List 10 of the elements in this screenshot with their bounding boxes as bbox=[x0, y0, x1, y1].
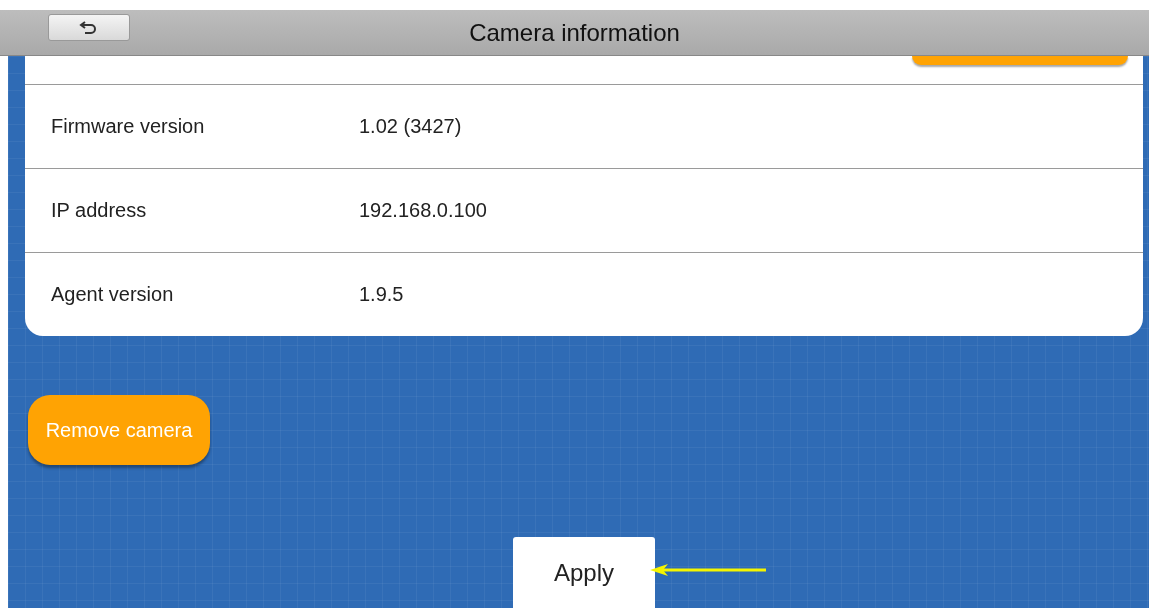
back-button[interactable] bbox=[48, 14, 130, 41]
screen-title: Camera information bbox=[469, 18, 680, 47]
apply-button[interactable]: Apply bbox=[513, 537, 655, 608]
info-value: 192.168.0.100 bbox=[359, 199, 487, 222]
info-label: Agent version bbox=[51, 283, 175, 306]
info-label: IP address bbox=[51, 199, 148, 222]
info-value: 1.9.5 bbox=[359, 283, 404, 306]
info-label: Firmware version bbox=[51, 115, 206, 138]
info-value: 1.02 (3427) bbox=[359, 115, 462, 138]
back-icon bbox=[79, 20, 99, 35]
